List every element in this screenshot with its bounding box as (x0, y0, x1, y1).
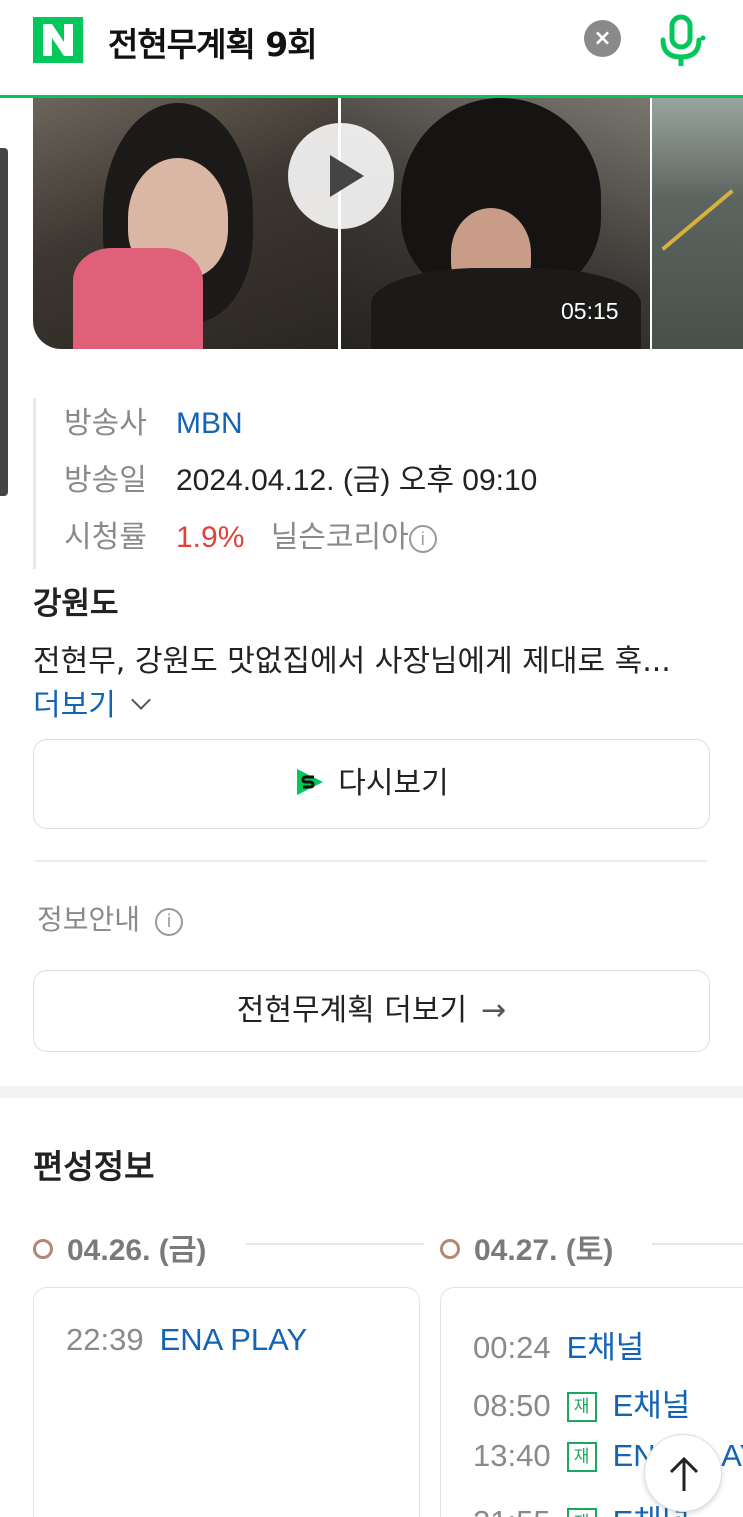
slot-channel[interactable]: E채널 (613, 1388, 691, 1423)
rating-source: 닐슨코리아 (270, 521, 409, 554)
description-more-link[interactable]: 더보기 (33, 680, 151, 724)
airdate-label: 방송일 (64, 464, 147, 497)
slot-time: 08:50 (473, 1388, 551, 1423)
divider (35, 860, 707, 862)
rerun-badge: 재 (566, 1508, 597, 1517)
play-icon[interactable] (288, 123, 394, 229)
rerun-badge: 재 (566, 1442, 597, 1472)
section-separator (0, 1086, 743, 1098)
slot-time: 22:39 (66, 1322, 144, 1357)
episode-description: 전현무, 강원도 맛없집에서 사장님에게 제대로 혹... (33, 644, 671, 679)
more-label: 더보기 (33, 688, 116, 723)
info-icon[interactable]: i (408, 525, 437, 553)
video-thumbnail[interactable] (652, 98, 743, 349)
video-thumbnail[interactable] (33, 98, 338, 349)
rating-value: 1.9% (176, 521, 245, 554)
slot-channel[interactable]: E채널 (567, 1330, 645, 1365)
schedule-day-card: 22:39 ENA PLAY (33, 1287, 420, 1517)
schedule-day-header: 04.26. (금) (33, 1225, 206, 1269)
airdate-value: 2024.04.12. (금) 오후 09:10 (176, 464, 538, 497)
schedule-day-header: 04.27. (토) (440, 1225, 613, 1269)
replay-button[interactable]: 다시보기 (33, 739, 710, 829)
arrow-up-icon (669, 1456, 699, 1491)
slot-channel[interactable]: ENA PLAY (160, 1322, 308, 1357)
rerun-badge: 재 (566, 1392, 597, 1422)
microphone-icon[interactable] (655, 14, 707, 68)
scroll-to-top-button[interactable] (644, 1434, 722, 1512)
timeline-line (246, 1243, 424, 1245)
schedule-slot[interactable]: 22:39 ENA PLAY (34, 1322, 419, 1380)
arrow-right-icon: → (481, 993, 507, 1028)
series-more-label: 전현무계획 더보기 (236, 993, 468, 1028)
video-clip-carousel[interactable]: 05:15 (33, 98, 743, 349)
replay-label: 다시보기 (338, 766, 449, 801)
rating-row: 시청률 1.9% 닐슨코리아 i (64, 512, 537, 569)
schedule-date: 04.26. (금) (67, 1234, 207, 1267)
timeline-line (652, 1243, 743, 1245)
schedule-title: 편성정보 (33, 1147, 155, 1186)
rating-label: 시청률 (64, 521, 147, 554)
chevron-down-icon (130, 690, 151, 710)
info-notice[interactable]: 정보안내 i (37, 898, 183, 938)
clear-search-icon[interactable]: × (584, 20, 621, 57)
episode-region-title: 강원도 (33, 586, 119, 622)
serieson-icon (297, 769, 324, 795)
schedule-slot[interactable]: 08:50 재 E채널 (441, 1380, 743, 1438)
page-scroll-handle[interactable] (0, 148, 8, 496)
station-link[interactable]: MBN (176, 407, 243, 440)
search-input[interactable]: 전현무계획 9회 (108, 18, 318, 66)
search-header: 전현무계획 9회 × (0, 0, 743, 98)
slot-time: 00:24 (473, 1330, 551, 1365)
schedule-slot[interactable]: 00:24 E채널 (441, 1322, 743, 1380)
naver-logo-icon[interactable] (33, 17, 83, 63)
slot-time: 13:40 (473, 1438, 551, 1473)
station-row: 방송사 MBN (64, 398, 537, 455)
slot-time: 21:55 (473, 1504, 551, 1517)
timeline-dot-icon (33, 1239, 53, 1259)
station-label: 방송사 (64, 407, 147, 440)
broadcast-info: 방송사 MBN 방송일 2024.04.12. (금) 오후 09:10 시청률 1.… (33, 398, 537, 569)
video-duration: 05:15 (561, 298, 619, 324)
airdate-row: 방송일 2024.04.12. (금) 오후 09:10 (64, 455, 537, 512)
schedule-date: 04.27. (토) (474, 1234, 614, 1267)
timeline-dot-icon (440, 1239, 460, 1259)
series-more-button[interactable]: 전현무계획 더보기 → (33, 970, 710, 1052)
info-icon: i (154, 908, 183, 936)
notice-label: 정보안내 (37, 903, 141, 936)
